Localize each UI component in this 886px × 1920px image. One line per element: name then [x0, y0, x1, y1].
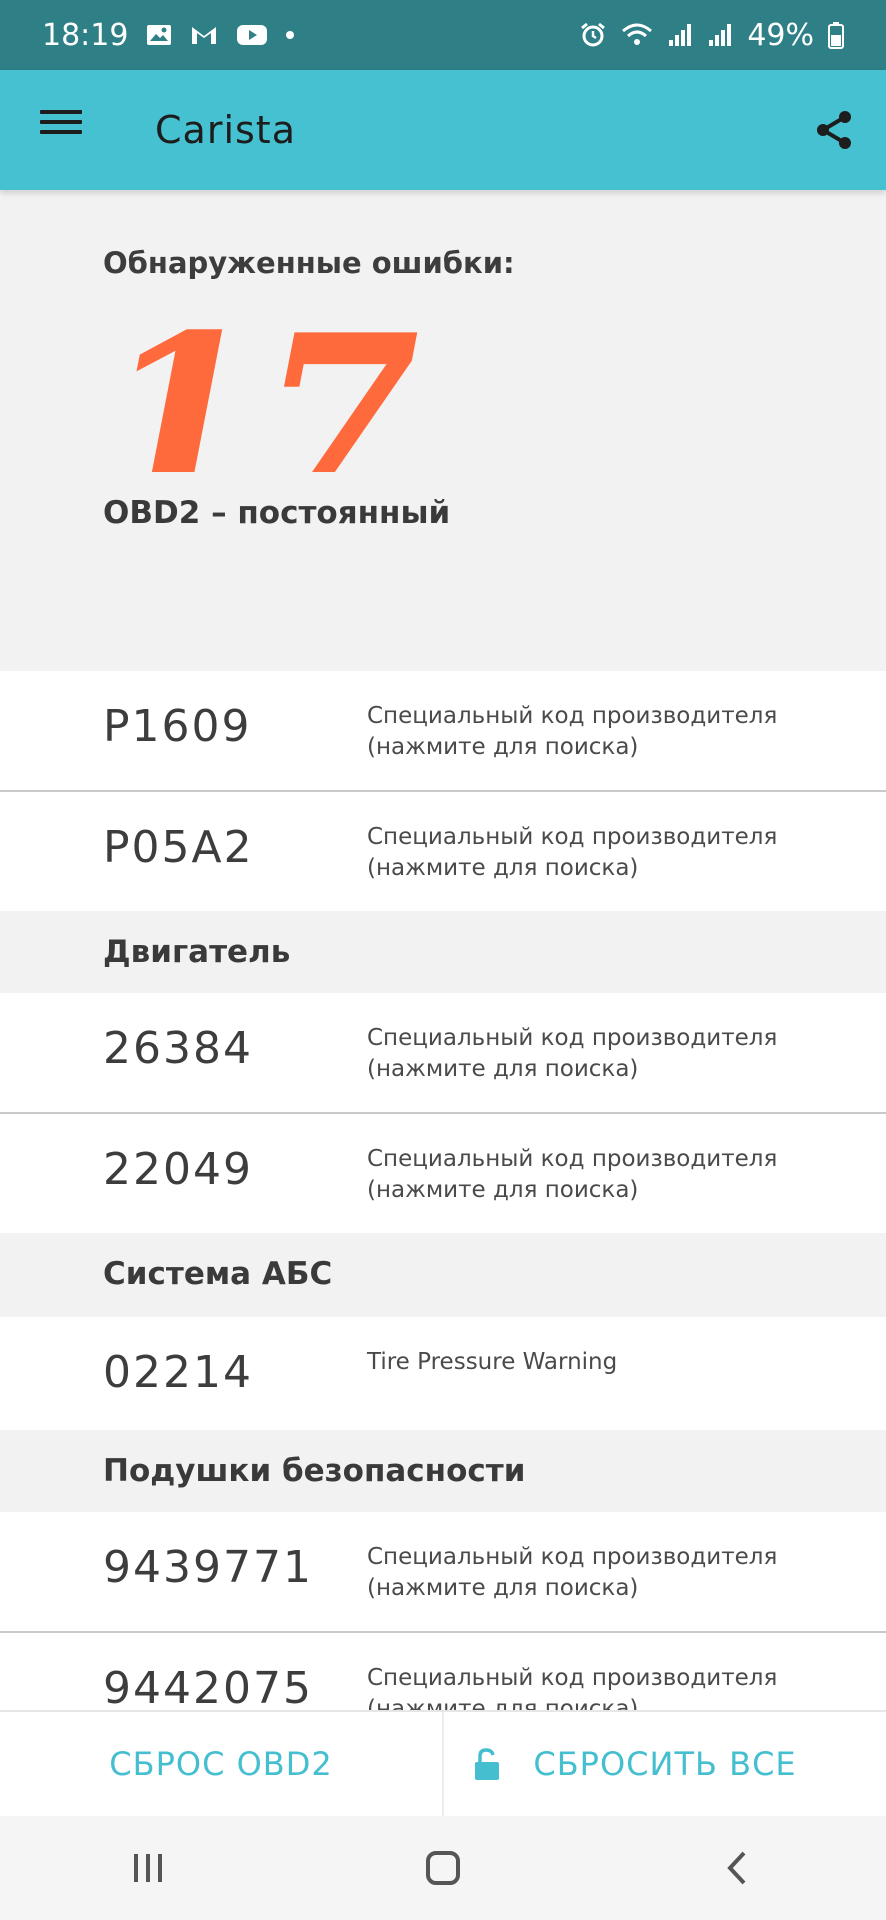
error-code: 9439771: [103, 1542, 313, 1593]
app-bar: Carista: [0, 70, 886, 190]
error-desc-line2: (нажмите для поиска): [367, 734, 639, 760]
hamburger-icon: [40, 110, 82, 114]
error-desc-line1: Специальный код производителя: [367, 1146, 778, 1172]
reset-all-button[interactable]: СБРОСИТЬ ВСЕ: [444, 1712, 886, 1816]
error-code: 26384: [103, 1023, 253, 1074]
notification-dot-icon: [286, 31, 295, 39]
unlock-icon: [472, 1748, 502, 1790]
status-time: 18:19: [42, 17, 129, 53]
back-button[interactable]: [698, 1828, 778, 1908]
error-desc-line2: (нажмите для поиска): [367, 1696, 639, 1710]
error-description: Специальный код производителя (нажмите дл…: [367, 1023, 847, 1085]
error-row[interactable]: 22049 Специальный код производителя (нажми…: [0, 1114, 886, 1233]
error-code: 22049: [103, 1144, 253, 1195]
section-header-airbags: Подушки безопасности: [0, 1430, 886, 1512]
share-button[interactable]: [812, 108, 856, 152]
app-title: Carista: [155, 108, 296, 152]
recents-icon: [133, 1854, 162, 1882]
error-description: Специальный код производителя (нажмите дл…: [367, 822, 847, 884]
error-list-content[interactable]: Обнаруженные ошибки: 17 OBD2 – постоянны…: [0, 190, 886, 1710]
error-code: 9442075: [103, 1663, 313, 1710]
gmail-icon: [190, 24, 218, 46]
system-nav-bar: [0, 1816, 886, 1920]
action-bar: СБРОС OBD2 СБРОСИТЬ ВСЕ: [0, 1710, 886, 1816]
section-header-abs: Система АБС: [0, 1233, 886, 1315]
home-icon: [425, 1851, 460, 1885]
section-header-obd2: OBD2 – постоянный: [0, 472, 886, 554]
error-code: 02214: [103, 1347, 253, 1398]
error-desc-line1: Специальный код производителя: [367, 703, 778, 729]
error-description: Специальный код производителя (нажмите дл…: [367, 1663, 847, 1710]
error-row[interactable]: 26384 Специальный код производителя (нажми…: [0, 993, 886, 1114]
section-header-engine: Двигатель: [0, 911, 886, 993]
error-desc-line2: (нажмите для поиска): [367, 855, 639, 881]
hamburger-line: [40, 130, 82, 134]
recents-button[interactable]: [108, 1828, 188, 1908]
hamburger-line: [40, 120, 82, 124]
error-row[interactable]: P05A2 Специальный код производителя (нажми…: [0, 792, 886, 911]
menu-button[interactable]: [40, 104, 82, 146]
error-description: Специальный код производителя (нажмите дл…: [367, 1542, 847, 1604]
youtube-icon: [236, 24, 268, 46]
error-desc-line1: Специальный код производителя: [367, 824, 778, 850]
error-row[interactable]: 9439771 Специальный код производителя (наж…: [0, 1512, 886, 1633]
errors-found-label: Обнаруженные ошибки:: [103, 246, 515, 280]
error-desc-line2: (нажмите для поиска): [367, 1575, 639, 1601]
reset-all-label: СБРОСИТЬ ВСЕ: [533, 1745, 797, 1783]
error-desc-line1: Специальный код производителя: [367, 1025, 778, 1051]
error-desc-line2: (нажмите для поиска): [367, 1177, 639, 1203]
error-description: Tire Pressure Warning: [367, 1347, 847, 1378]
status-bar: 18:19 49%: [0, 0, 886, 70]
gallery-icon: [146, 24, 172, 46]
battery-icon: [828, 21, 844, 49]
error-desc-line1: Специальный код производителя: [367, 1665, 778, 1691]
home-button[interactable]: [403, 1828, 483, 1908]
error-description: Специальный код производителя (нажмите дл…: [367, 1144, 847, 1206]
reset-obd2-button[interactable]: СБРОС OBD2: [0, 1712, 444, 1816]
error-code: P1609: [103, 701, 252, 752]
share-icon: [817, 111, 851, 149]
battery-percent: 49%: [747, 17, 814, 53]
error-row[interactable]: 9442075 Специальный код производителя (наж…: [0, 1633, 886, 1710]
back-icon: [727, 1851, 746, 1885]
signal-2-icon: [707, 22, 733, 48]
error-code: P05A2: [103, 822, 254, 873]
error-description: Специальный код производителя (нажмите дл…: [367, 701, 847, 763]
error-desc-line2: (нажмите для поиска): [367, 1056, 639, 1082]
error-desc-line1: Специальный код производителя: [367, 1544, 778, 1570]
alarm-icon: [579, 21, 607, 49]
wifi-icon: [621, 22, 653, 48]
error-row[interactable]: 02214 Tire Pressure Warning: [0, 1317, 886, 1430]
error-desc-line1: Tire Pressure Warning: [367, 1349, 618, 1375]
error-row[interactable]: P1609 Специальный код производителя (нажми…: [0, 671, 886, 792]
signal-icon: [667, 22, 693, 48]
